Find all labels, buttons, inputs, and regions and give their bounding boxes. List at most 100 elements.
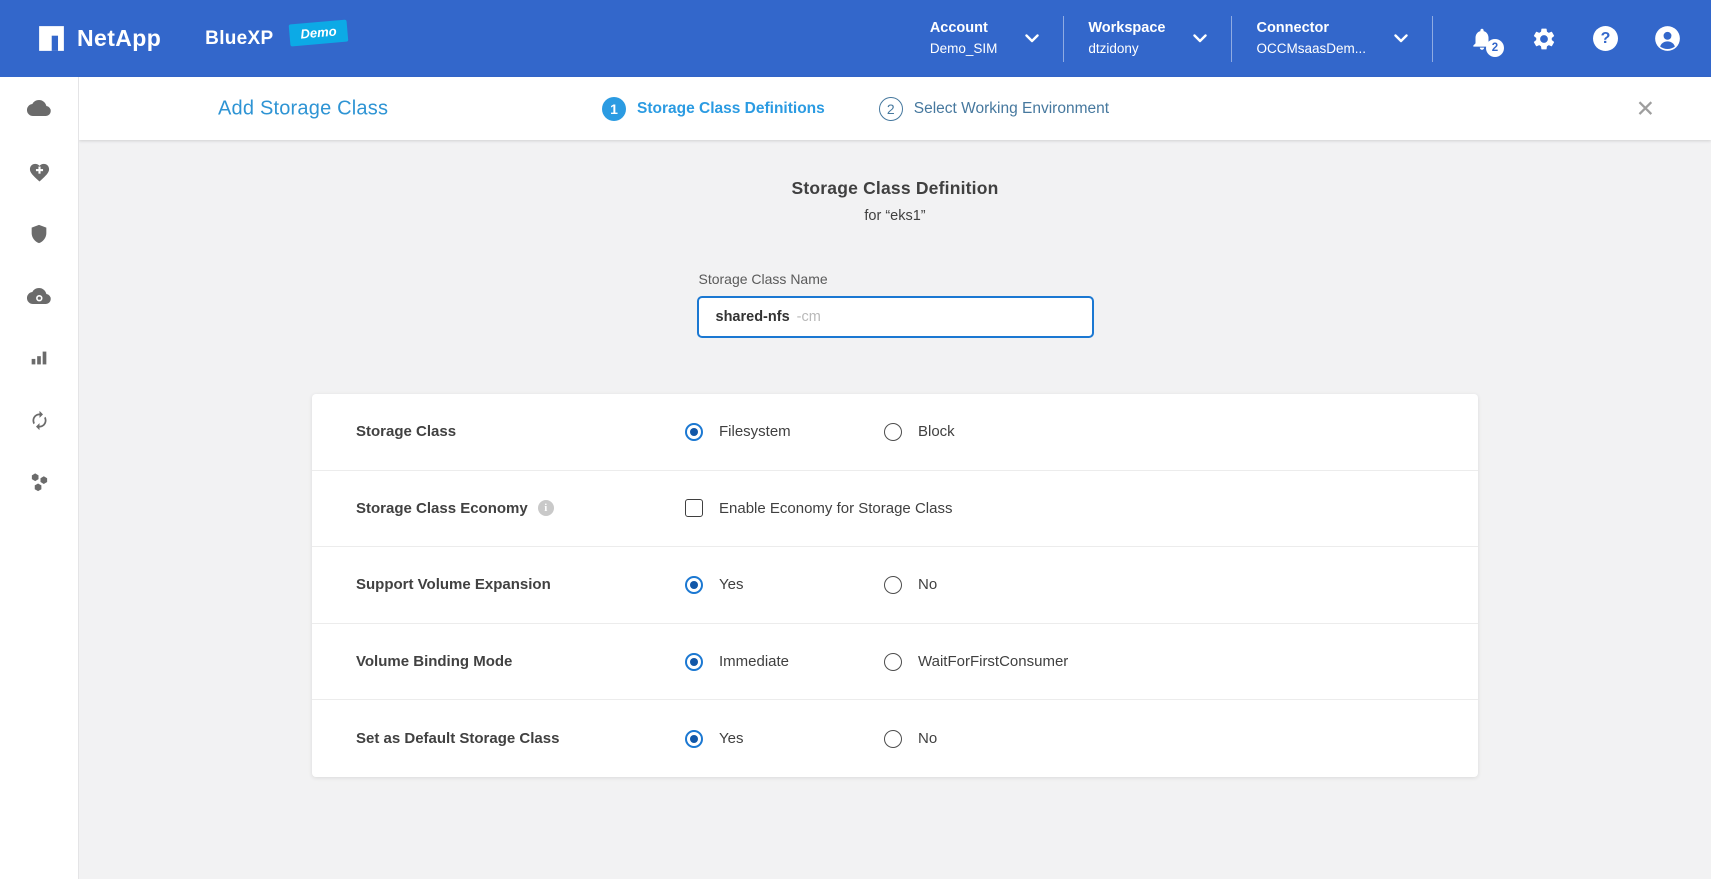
netapp-wordmark: NetApp bbox=[77, 25, 161, 52]
option-expansion-yes[interactable]: Yes bbox=[685, 576, 884, 594]
option-binding-immediate[interactable]: Immediate bbox=[685, 653, 884, 671]
gear-icon bbox=[1531, 26, 1557, 52]
brand: NetApp BlueXP Demo bbox=[38, 25, 348, 52]
connector-menu-value: OCCMsaasDem... bbox=[1256, 41, 1366, 57]
page-title: Storage Class Definition bbox=[79, 178, 1711, 199]
sidebar-item-extensions[interactable] bbox=[0, 451, 78, 513]
settings-button[interactable] bbox=[1531, 26, 1557, 52]
nav-separator bbox=[1432, 16, 1433, 62]
step-select-working-environment[interactable]: 2 Select Working Environment bbox=[879, 97, 1109, 121]
shield-icon bbox=[28, 223, 50, 245]
sidebar-item-canvas[interactable] bbox=[0, 79, 78, 141]
step-2-circle: 2 bbox=[879, 97, 903, 121]
cloud-lock-icon bbox=[27, 284, 51, 308]
workspace-menu-label: Workspace bbox=[1088, 20, 1165, 37]
storage-class-name-field: Storage Class Name shared-nfs -cm bbox=[697, 271, 1094, 338]
connector-menu-label: Connector bbox=[1256, 20, 1366, 37]
chevron-down-icon bbox=[1193, 34, 1207, 43]
radio-on-icon bbox=[685, 653, 703, 671]
sidebar-item-protection[interactable] bbox=[0, 203, 78, 265]
option-expansion-no[interactable]: No bbox=[884, 576, 937, 594]
step-2-label: Select Working Environment bbox=[914, 100, 1109, 118]
wizard-header: Add Storage Class 1 Storage Class Defini… bbox=[79, 77, 1711, 140]
row-label: Support Volume Expansion bbox=[312, 576, 685, 593]
sidebar-item-reports[interactable] bbox=[0, 327, 78, 389]
user-avatar-icon bbox=[1654, 25, 1681, 52]
row-label-text: Storage Class Economy bbox=[356, 500, 528, 517]
row-storage-class: Storage Class Filesystem Block bbox=[312, 394, 1478, 471]
top-nav: Account Demo_SIM Workspace dtzidony Conn… bbox=[906, 16, 1681, 62]
option-label: WaitForFirstConsumer bbox=[918, 653, 1068, 670]
wizard-steps: 1 Storage Class Definitions 2 Select Wor… bbox=[602, 77, 1109, 140]
row-storage-class-economy: Storage Class Economy i Enable Economy f… bbox=[312, 471, 1478, 548]
bluexp-wordmark: BlueXP bbox=[205, 28, 273, 50]
account-menu-label: Account bbox=[930, 20, 998, 37]
row-support-volume-expansion: Support Volume Expansion Yes No bbox=[312, 547, 1478, 624]
account-menu[interactable]: Account Demo_SIM bbox=[906, 20, 1064, 57]
top-bar: NetApp BlueXP Demo Account Demo_SIM Work… bbox=[0, 0, 1711, 77]
option-label: Filesystem bbox=[719, 423, 791, 440]
storage-class-options-card: Storage Class Filesystem Block Storage C… bbox=[312, 394, 1478, 777]
chevron-down-icon bbox=[1394, 34, 1408, 43]
user-menu-button[interactable] bbox=[1654, 25, 1681, 52]
radio-on-icon bbox=[685, 423, 703, 441]
row-label: Storage Class bbox=[312, 423, 685, 440]
workspace-menu[interactable]: Workspace dtzidony bbox=[1064, 20, 1231, 57]
chevron-down-icon bbox=[1025, 34, 1039, 43]
cloud-icon bbox=[27, 98, 51, 122]
heart-plus-icon bbox=[28, 161, 51, 184]
help-icon: ? bbox=[1593, 26, 1618, 51]
checkbox-unchecked-icon bbox=[685, 499, 703, 517]
connector-menu[interactable]: Connector OCCMsaasDem... bbox=[1232, 20, 1432, 57]
bar-chart-icon bbox=[28, 347, 50, 369]
option-label: Enable Economy for Storage Class bbox=[719, 500, 952, 517]
page-subtitle: for “eks1” bbox=[79, 208, 1711, 224]
sidebar-item-sync[interactable] bbox=[0, 389, 78, 451]
sidebar-item-health[interactable] bbox=[0, 141, 78, 203]
help-button[interactable]: ? bbox=[1593, 26, 1618, 51]
row-set-default-storage-class: Set as Default Storage Class Yes No bbox=[312, 700, 1478, 777]
notifications-button[interactable]: 2 bbox=[1469, 26, 1495, 52]
option-label: Block bbox=[918, 423, 955, 440]
storage-class-name-input[interactable]: shared-nfs -cm bbox=[697, 296, 1094, 338]
option-label: No bbox=[918, 576, 937, 593]
step-1-circle: 1 bbox=[602, 97, 626, 121]
option-label: Immediate bbox=[719, 653, 789, 670]
workspace-menu-value: dtzidony bbox=[1088, 41, 1165, 57]
radio-off-icon bbox=[884, 423, 902, 441]
option-default-yes[interactable]: Yes bbox=[685, 730, 884, 748]
radio-off-icon bbox=[884, 576, 902, 594]
option-label: Yes bbox=[719, 730, 743, 747]
option-label: No bbox=[918, 730, 937, 747]
step-1-label: Storage Class Definitions bbox=[637, 100, 825, 118]
radio-off-icon bbox=[884, 653, 902, 671]
left-sidebar bbox=[0, 77, 79, 879]
radio-on-icon bbox=[685, 576, 703, 594]
option-binding-waitforfirstconsumer[interactable]: WaitForFirstConsumer bbox=[884, 653, 1068, 671]
sidebar-item-governance[interactable] bbox=[0, 265, 78, 327]
account-menu-value: Demo_SIM bbox=[930, 41, 998, 57]
step-storage-class-definitions[interactable]: 1 Storage Class Definitions bbox=[602, 97, 825, 121]
row-volume-binding-mode: Volume Binding Mode Immediate WaitForFir… bbox=[312, 624, 1478, 701]
row-label: Set as Default Storage Class bbox=[312, 730, 685, 747]
option-filesystem[interactable]: Filesystem bbox=[685, 423, 884, 441]
input-value: shared-nfs bbox=[716, 309, 790, 325]
notification-count-badge: 2 bbox=[1486, 39, 1504, 57]
demo-badge: Demo bbox=[288, 19, 348, 46]
hexagons-icon bbox=[28, 471, 51, 494]
wizard-title: Add Storage Class bbox=[218, 97, 388, 120]
storage-class-name-label: Storage Class Name bbox=[699, 271, 1094, 287]
option-default-no[interactable]: No bbox=[884, 730, 937, 748]
option-label: Yes bbox=[719, 576, 743, 593]
radio-on-icon bbox=[685, 730, 703, 748]
row-label: Volume Binding Mode bbox=[312, 653, 685, 670]
option-enable-economy[interactable]: Enable Economy for Storage Class bbox=[685, 499, 952, 517]
row-label: Storage Class Economy i bbox=[312, 500, 685, 517]
close-button[interactable]: ✕ bbox=[1636, 97, 1655, 120]
option-block[interactable]: Block bbox=[884, 423, 955, 441]
main-content: Storage Class Definition for “eks1” Stor… bbox=[79, 140, 1711, 879]
sync-icon bbox=[29, 410, 50, 431]
radio-off-icon bbox=[884, 730, 902, 748]
info-icon[interactable]: i bbox=[538, 500, 554, 516]
netapp-logo-icon bbox=[38, 25, 65, 52]
